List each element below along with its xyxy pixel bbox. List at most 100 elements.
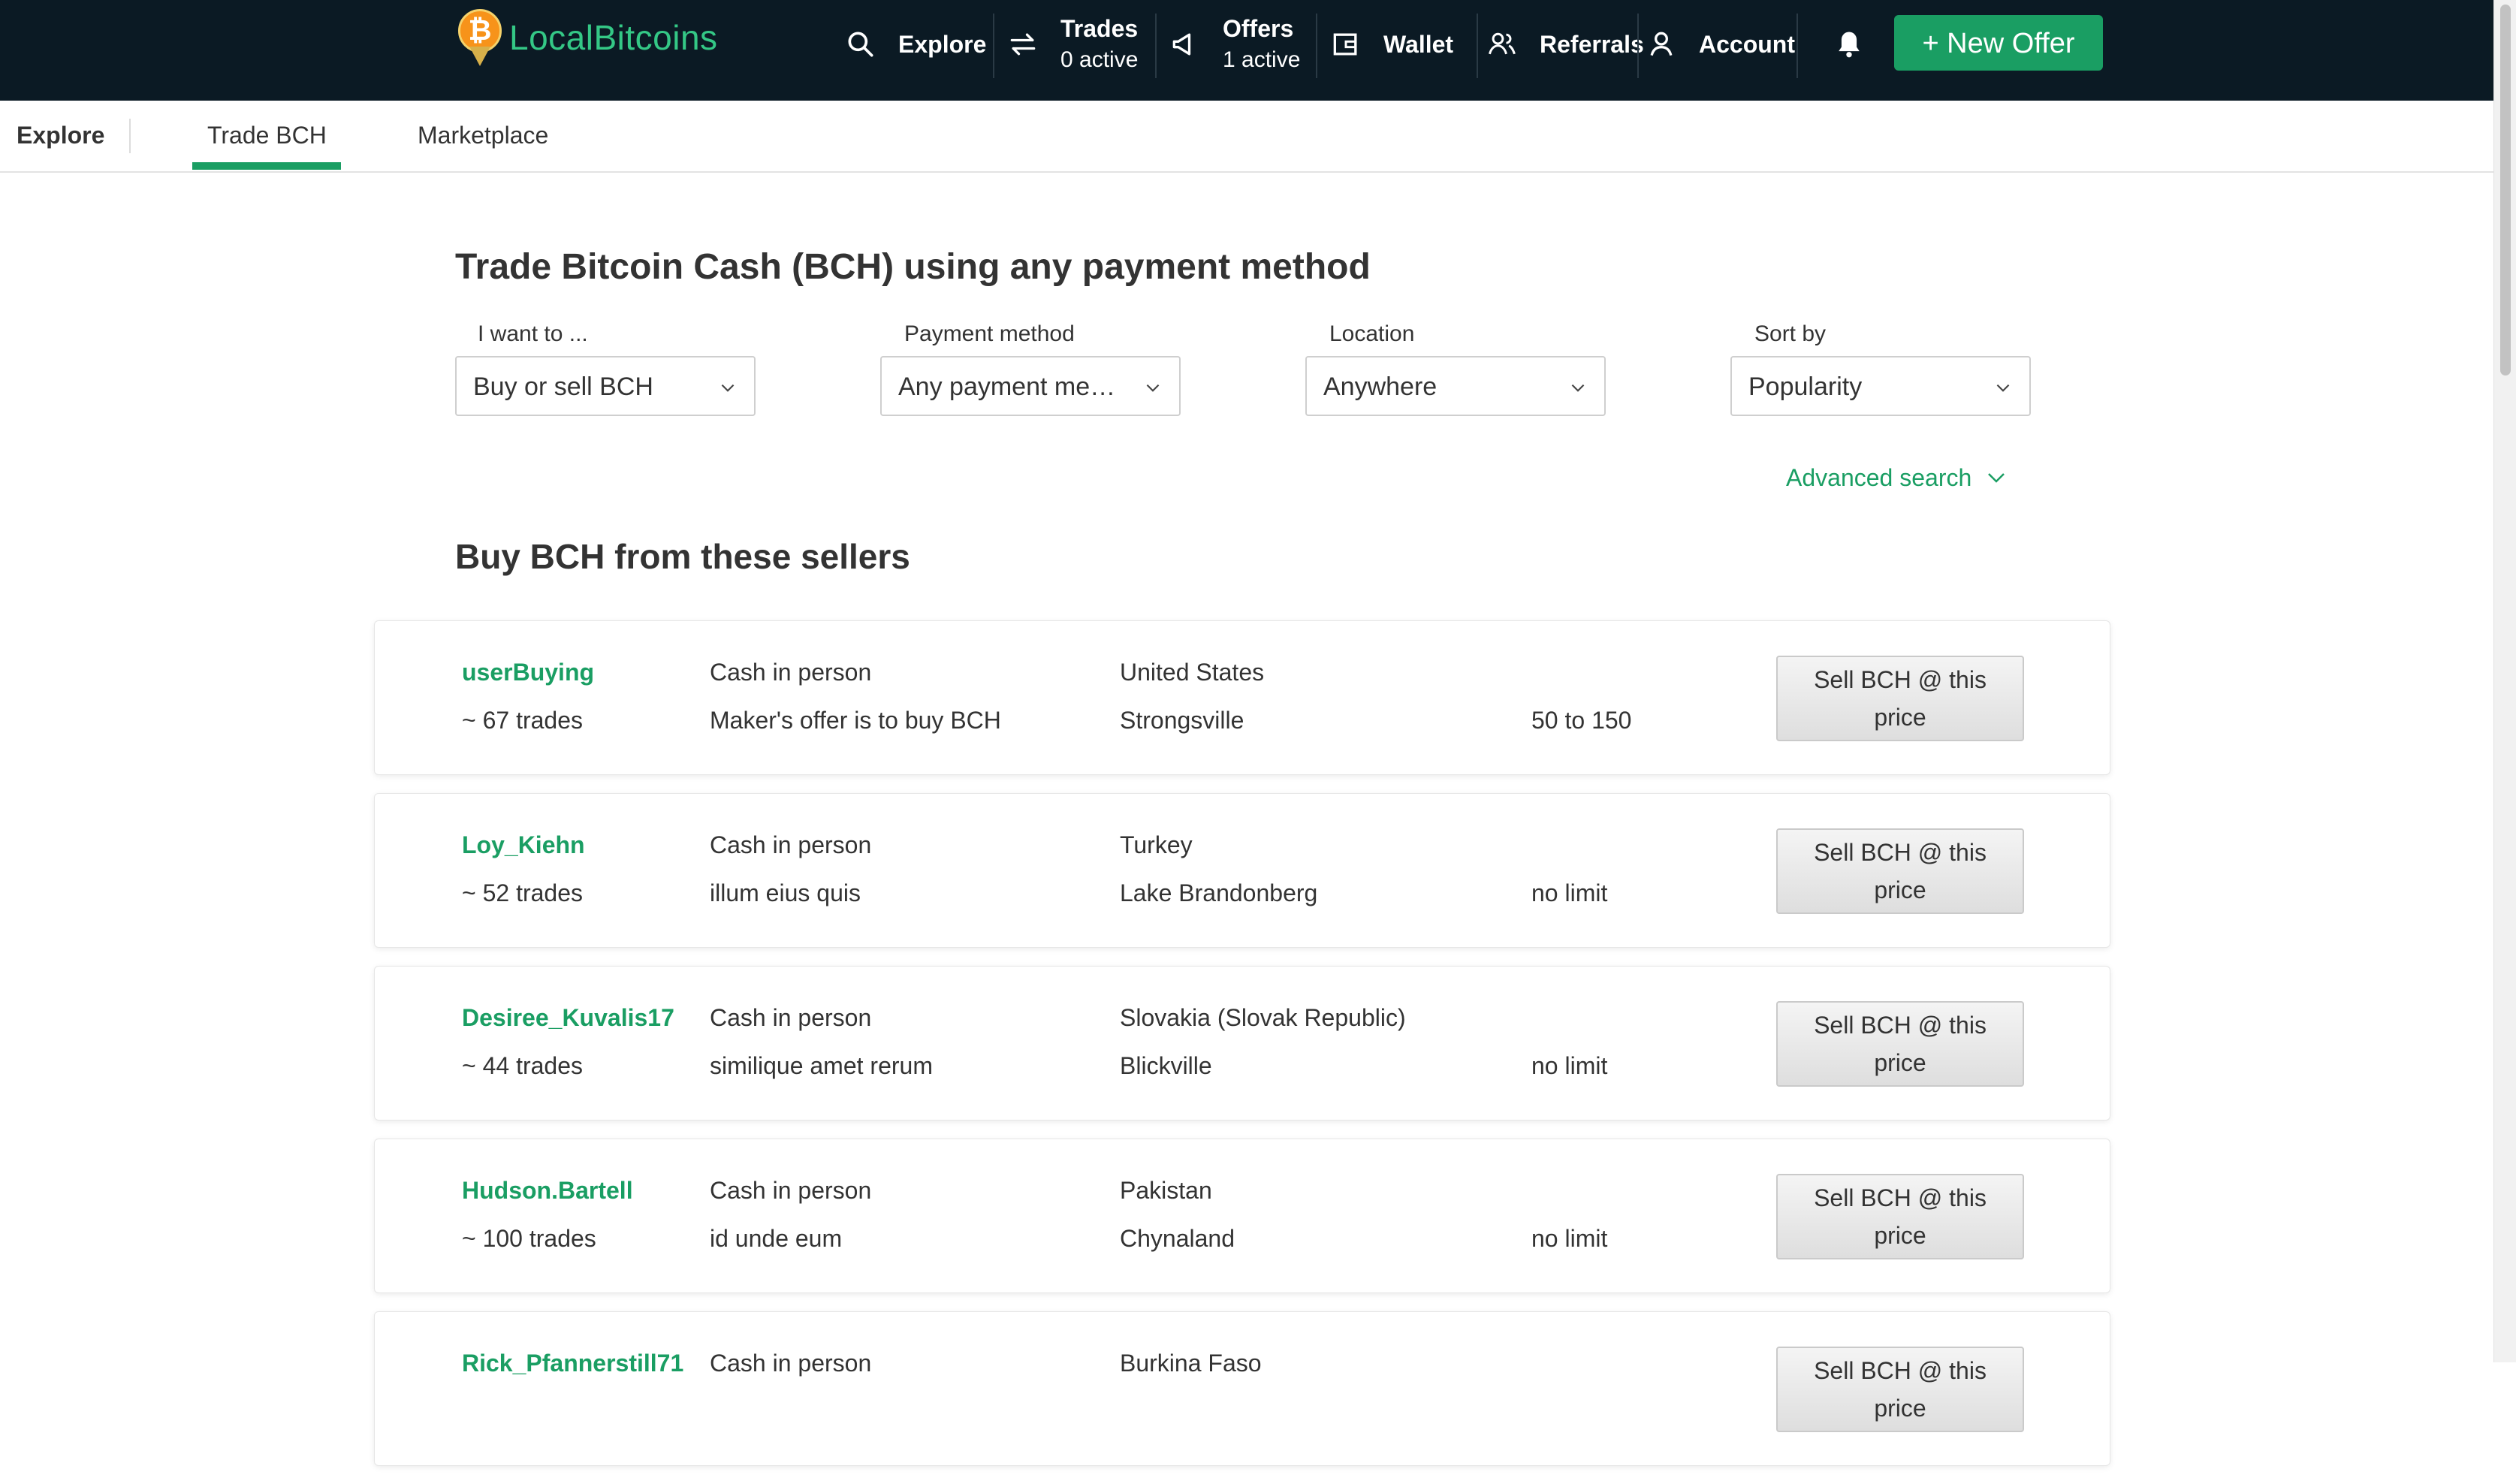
offer-payment-method: Cash in person	[710, 1177, 872, 1204]
location-select[interactable]: Anywhere	[1305, 356, 1606, 416]
nav-divider	[993, 14, 994, 78]
nav-explore[interactable]: Explore	[844, 0, 986, 89]
offer-limit: no limit	[1531, 1052, 1608, 1079]
brand-logo[interactable]: ₿ LocalBitcoins	[457, 6, 718, 69]
offer-note: Maker's offer is to buy BCH	[710, 707, 1001, 734]
offer-list: userBuying ~ 67 trades Cash in person Ma…	[374, 620, 2110, 1484]
sub-navigation: Explore Trade BCH Marketplace	[0, 101, 2493, 173]
offer-country: Slovakia (Slovak Republic)	[1120, 1004, 1406, 1031]
search-icon	[848, 32, 873, 57]
nav-account-label: Account	[1699, 30, 1795, 58]
offer-username[interactable]: userBuying	[462, 659, 594, 686]
offer-country: Pakistan	[1120, 1177, 1212, 1204]
filter-label-location: Location	[1329, 321, 1415, 346]
sort-by-select[interactable]: Popularity	[1730, 356, 2031, 416]
brand-name: LocalBitcoins	[509, 18, 718, 57]
page-scrollbar[interactable]	[2493, 0, 2516, 1362]
offer-limit: no limit	[1531, 1225, 1608, 1252]
nav-divider	[1637, 14, 1639, 78]
user-icon	[1650, 32, 1673, 56]
offer-username[interactable]: Loy_Kiehn	[462, 831, 585, 859]
offer-country: Turkey	[1120, 831, 1193, 858]
intent-select-value: Buy or sell BCH	[473, 373, 653, 401]
sell-bch-button[interactable]: Sell BCH @ this price	[1776, 1001, 2024, 1087]
tab-marketplace[interactable]: Marketplace	[418, 122, 548, 149]
nav-explore-label: Explore	[898, 30, 987, 58]
payment-method-select[interactable]: Any payment me…	[880, 356, 1181, 416]
scrollbar-thumb[interactable]	[2500, 5, 2511, 376]
intent-select[interactable]: Buy or sell BCH	[455, 356, 756, 416]
subnav-divider	[129, 119, 131, 153]
offer-limit: no limit	[1531, 879, 1608, 906]
offer-username[interactable]: Desiree_Kuvalis17	[462, 1004, 674, 1032]
nav-offers-label: Offers	[1223, 15, 1294, 42]
nav-wallet[interactable]: Wallet	[1329, 0, 1453, 89]
offer-card: userBuying ~ 67 trades Cash in person Ma…	[374, 620, 2110, 775]
notifications-button[interactable]	[1833, 0, 1887, 89]
chevron-down-icon	[721, 384, 735, 392]
offer-city: Chynaland	[1120, 1225, 1235, 1252]
offer-trade-count: ~ 67 trades	[462, 707, 583, 734]
top-navigation-bar: ₿ LocalBitcoins Explore Trades 0 active …	[0, 0, 2493, 101]
map-pin-icon	[469, 47, 490, 66]
section-title: Buy BCH from these sellers	[455, 537, 910, 576]
filter-label-payment: Payment method	[904, 321, 1075, 346]
location-select-value: Anywhere	[1323, 373, 1437, 401]
nav-account[interactable]: Account	[1645, 0, 1795, 89]
offer-city: Blickville	[1120, 1052, 1212, 1079]
sell-bch-button[interactable]: Sell BCH @ this price	[1776, 828, 2024, 914]
offer-trade-count: ~ 44 trades	[462, 1052, 583, 1079]
offer-country: United States	[1120, 659, 1265, 686]
offer-trade-count: ~ 52 trades	[462, 879, 583, 906]
bell-icon	[1839, 32, 1860, 58]
offer-note: id unde eum	[710, 1225, 843, 1252]
offer-trade-count: ~ 100 trades	[462, 1225, 596, 1252]
referral-users-icon	[1489, 32, 1516, 55]
tab-trade-bch[interactable]: Trade BCH	[207, 122, 327, 149]
swap-arrows-icon	[1010, 33, 1036, 56]
offer-payment-method: Cash in person	[710, 1350, 872, 1377]
chevron-down-icon	[1146, 384, 1160, 392]
bitcoin-pin-logo-icon: ₿	[457, 6, 505, 69]
advanced-search-toggle[interactable]: Advanced search	[1786, 461, 2008, 494]
offer-city: Lake Brandonberg	[1120, 879, 1318, 906]
nav-referrals-label: Referrals	[1540, 30, 1644, 58]
offer-note: similique amet rerum	[710, 1052, 933, 1079]
advanced-search-label: Advanced search	[1786, 463, 1972, 491]
active-tab-indicator	[192, 162, 341, 170]
offer-card: Desiree_Kuvalis17 ~ 44 trades Cash in pe…	[374, 966, 2110, 1121]
subnav-section-title: Explore	[17, 122, 105, 149]
sell-bch-button[interactable]: Sell BCH @ this price	[1776, 656, 2024, 741]
offer-username[interactable]: Rick_Pfannerstill71	[462, 1350, 683, 1377]
filter-label-sort: Sort by	[1754, 321, 1827, 346]
sell-bch-button[interactable]: Sell BCH @ this price	[1776, 1347, 2024, 1432]
nav-offers-count: 1 active	[1223, 47, 1301, 72]
sort-by-select-value: Popularity	[1748, 373, 1863, 401]
offer-card: Loy_Kiehn ~ 52 trades Cash in person ill…	[374, 793, 2110, 948]
page-title: Trade Bitcoin Cash (BCH) using any payme…	[455, 247, 1371, 287]
offer-limit: 50 to 150	[1531, 707, 1632, 734]
nav-trades[interactable]: Trades 0 active	[1006, 0, 1138, 89]
payment-method-select-value: Any payment me…	[898, 373, 1116, 401]
nav-divider	[1796, 14, 1798, 78]
offer-card: Rick_Pfannerstill71 Cash in person Burki…	[374, 1311, 2110, 1466]
offer-username[interactable]: Hudson.Bartell	[462, 1177, 633, 1205]
nav-referrals[interactable]: Referrals	[1486, 0, 1644, 89]
offer-city: Strongsville	[1120, 707, 1244, 734]
offer-payment-method: Cash in person	[710, 831, 872, 858]
nav-offers[interactable]: Offers 1 active	[1169, 0, 1300, 89]
filter-label-intent: I want to ...	[478, 321, 588, 346]
chevron-down-icon	[1988, 473, 2005, 483]
megaphone-icon	[1172, 33, 1191, 56]
nav-trades-label: Trades	[1060, 15, 1139, 42]
nav-wallet-label: Wallet	[1383, 30, 1454, 58]
offer-payment-method: Cash in person	[710, 1004, 872, 1031]
sell-bch-button[interactable]: Sell BCH @ this price	[1776, 1174, 2024, 1259]
new-offer-button[interactable]: + New Offer	[1894, 15, 2103, 71]
offer-payment-method: Cash in person	[710, 659, 872, 686]
wallet-icon	[1333, 33, 1357, 56]
nav-divider	[1477, 14, 1478, 78]
nav-divider	[1155, 14, 1157, 78]
chevron-down-icon	[1996, 384, 2010, 392]
nav-trades-count: 0 active	[1060, 47, 1139, 72]
